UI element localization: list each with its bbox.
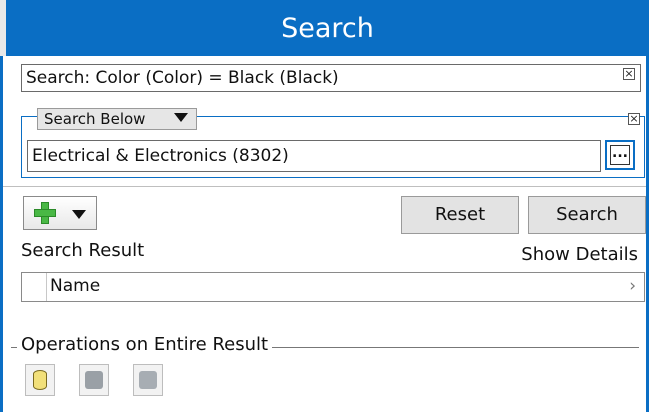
search-scope-label: Search Below	[44, 110, 146, 128]
ellipsis-icon: ...	[610, 145, 630, 165]
close-icon[interactable]: ×	[623, 68, 635, 80]
result-column-header[interactable]: Name ›	[21, 272, 645, 302]
search-scope-dropdown[interactable]: Search Below	[37, 108, 197, 130]
remove-scope-icon[interactable]: ×	[628, 113, 640, 125]
search-criteria-text: Search: Color (Color) = Black (Black)	[26, 68, 339, 88]
column-separator	[46, 273, 47, 301]
search-panel: Search: Color (Color) = Black (Black) × …	[0, 56, 649, 412]
database-icon-button[interactable]	[25, 364, 55, 396]
browse-button[interactable]: ...	[605, 140, 635, 170]
chevron-right-icon[interactable]: ›	[629, 276, 636, 296]
grey-db-icon-button[interactable]	[79, 364, 109, 396]
name-column-label: Name	[50, 276, 101, 296]
add-criteria-button[interactable]	[23, 196, 97, 230]
search-result-title: Search Result	[21, 240, 145, 261]
grey-sheet-icon	[139, 371, 157, 389]
divider	[3, 186, 646, 187]
grey-sheet-icon-button[interactable]	[133, 364, 163, 396]
grey-db-icon	[85, 371, 103, 389]
operations-title: Operations on Entire Result	[17, 334, 273, 355]
scope-value-text: Electrical & Electronics (8302)	[32, 146, 289, 166]
search-panel-header: Search	[0, 0, 649, 56]
scope-value-field[interactable]: Electrical & Electronics (8302)	[27, 140, 601, 172]
show-details-link[interactable]: Show Details	[521, 244, 638, 265]
chevron-down-icon	[174, 113, 188, 122]
page-title: Search	[281, 12, 374, 44]
database-icon	[33, 370, 47, 390]
chevron-down-icon	[72, 210, 86, 219]
search-criteria-field[interactable]: Search: Color (Color) = Black (Black) ×	[21, 64, 641, 92]
search-button[interactable]: Search	[528, 196, 646, 234]
plus-icon	[34, 202, 56, 224]
reset-button[interactable]: Reset	[401, 196, 519, 234]
